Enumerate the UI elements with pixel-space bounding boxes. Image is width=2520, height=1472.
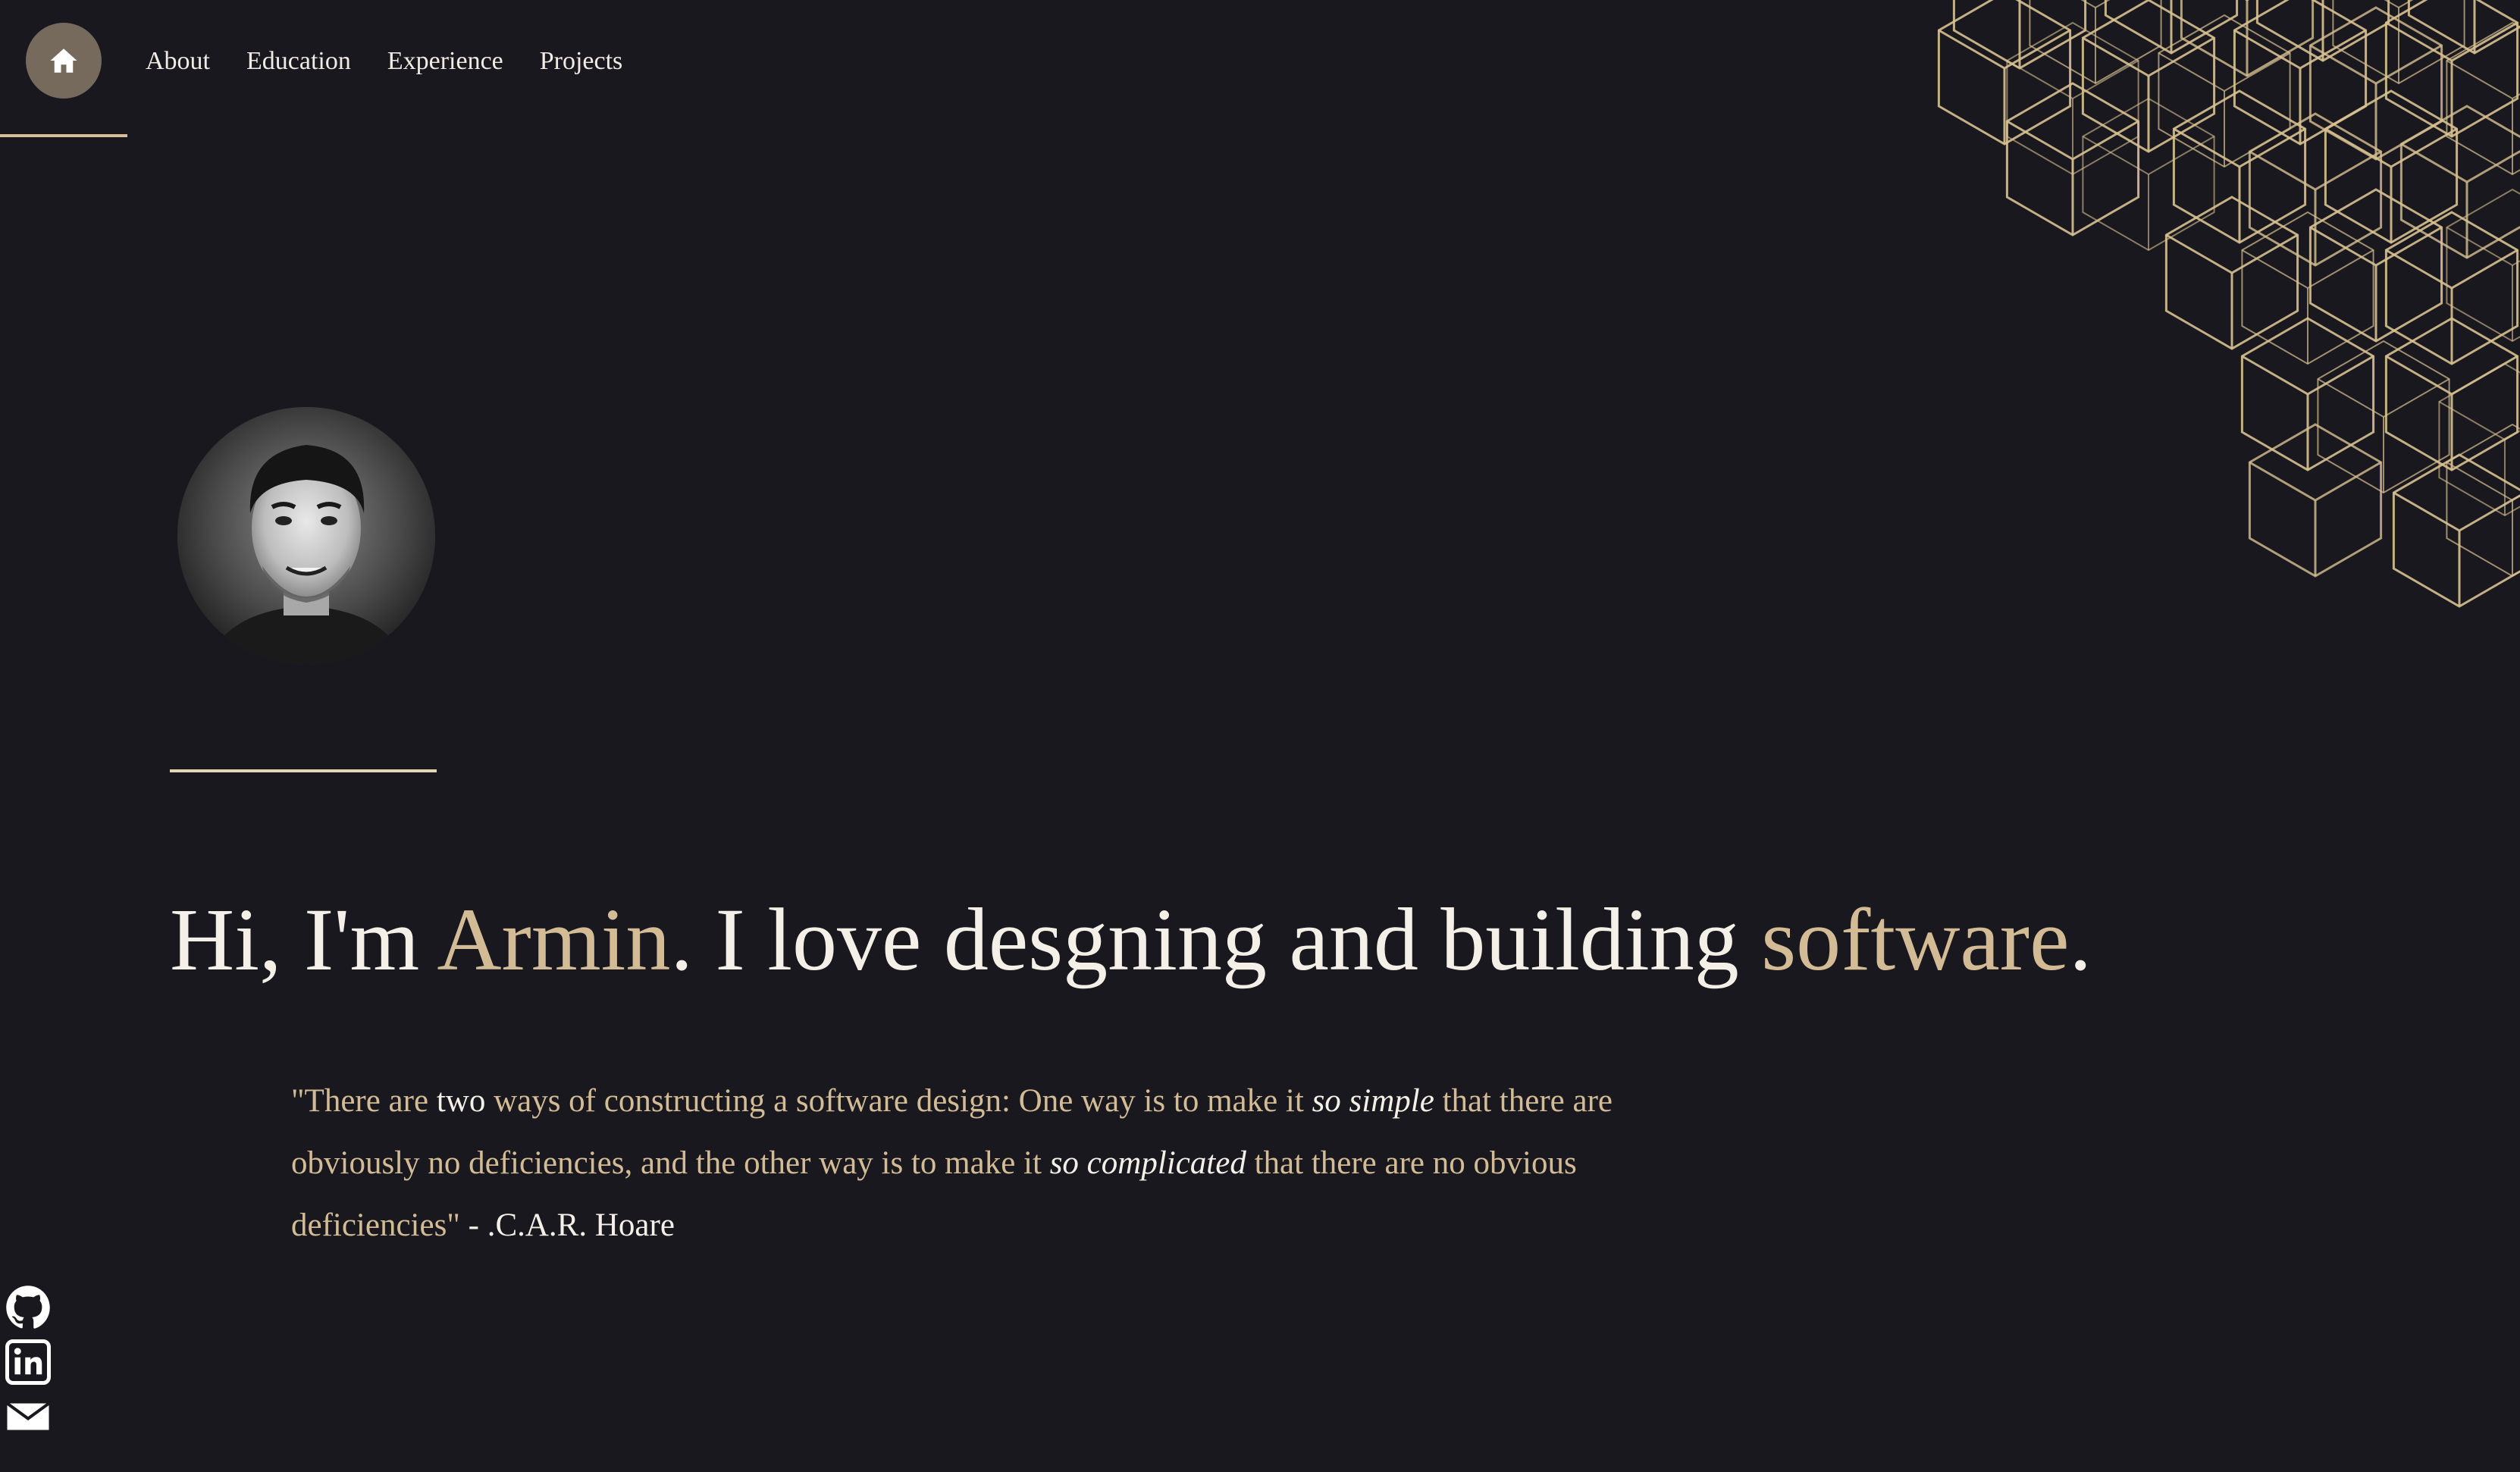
cube-outline [2446, 188, 2520, 343]
nav-links: About Education Experience Projects [146, 47, 659, 76]
quote-part-3: ways of constructing a software design: … [485, 1083, 1312, 1119]
home-button[interactable] [26, 23, 102, 99]
cube-outline [2317, 340, 2450, 494]
cube-outline [2446, 423, 2520, 578]
quote-part-1: "There are [291, 1083, 437, 1119]
nav-link-experience[interactable]: Experience [387, 47, 503, 76]
email-icon[interactable] [5, 1394, 52, 1439]
social-links [5, 1285, 53, 1449]
hero-end: . [2069, 890, 2092, 989]
decorative-cube-pattern [1921, 0, 2520, 697]
hero-headline: Hi, I'm Armin. I love desgning and build… [170, 887, 2092, 993]
cube-outline [1937, 0, 2072, 146]
avatar-divider [170, 769, 437, 772]
profile-photo [177, 407, 435, 665]
github-icon[interactable] [5, 1285, 52, 1330]
cube-outline [2308, 188, 2443, 343]
active-nav-indicator [0, 134, 127, 137]
cube-outline [2158, 14, 2291, 168]
cube-outline [2081, 0, 2216, 153]
linkedin-icon[interactable] [5, 1339, 52, 1385]
nav-link-education[interactable]: Education [246, 47, 351, 76]
nav-link-about[interactable]: About [146, 47, 210, 76]
home-icon [50, 49, 77, 73]
hero-greeting: Hi, I'm [170, 890, 437, 989]
nav-link-projects[interactable]: Projects [540, 47, 623, 76]
quote-attribution: - .C.A.R. Hoare [459, 1207, 675, 1243]
hero-name: Armin [437, 890, 671, 989]
cube-outline [2006, 21, 2139, 176]
quote-block: "There are two ways of constructing a so… [291, 1070, 1625, 1257]
cube-pattern-graphic [1937, 0, 2520, 608]
quote-part-2: two [436, 1083, 486, 1119]
top-nav: About Education Experience Projects [0, 0, 834, 137]
hero-highlight: software [1761, 890, 2070, 989]
hero-middle: . I love desgning and building [670, 890, 1762, 989]
quote-emphasis-complicated: so complicated [1049, 1145, 1246, 1181]
quote-emphasis-simple: so simple [1312, 1083, 1434, 1119]
cube-outline [2392, 453, 2520, 608]
avatar [177, 407, 435, 665]
